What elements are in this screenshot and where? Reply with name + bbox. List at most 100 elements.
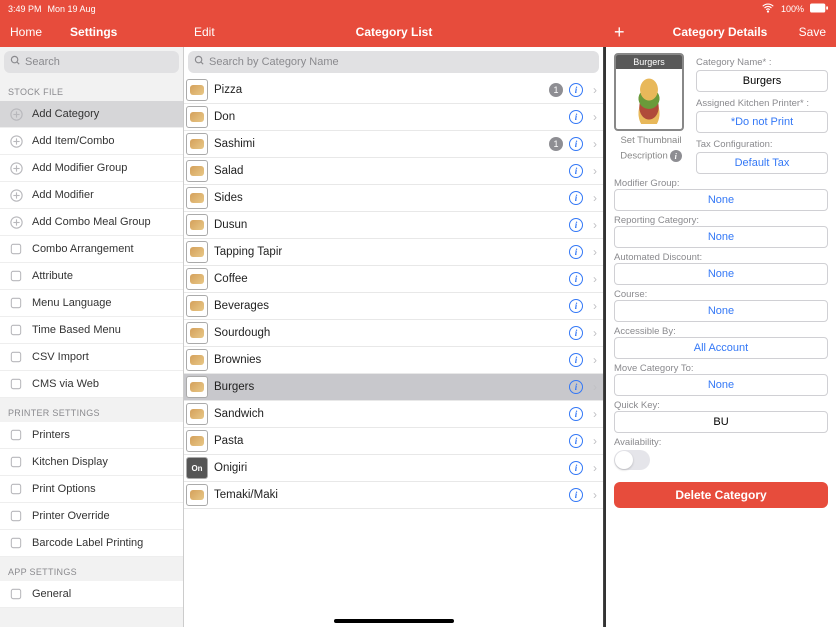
sidebar-icon — [8, 241, 24, 257]
info-icon[interactable]: i — [569, 191, 583, 205]
info-icon[interactable]: i — [569, 218, 583, 232]
category-row[interactable]: Sourdoughi› — [184, 320, 603, 347]
chevron-right-icon: › — [589, 110, 599, 124]
info-icon[interactable]: i — [569, 380, 583, 394]
sidebar-item[interactable]: Attribute — [0, 263, 183, 290]
course-label: Course: — [614, 289, 828, 300]
accessible-by-select[interactable]: All Account — [614, 337, 828, 359]
sidebar-item[interactable]: Printer Override — [0, 503, 183, 530]
sidebar-icon — [8, 427, 24, 443]
sidebar-item[interactable]: CMS via Web — [0, 371, 183, 398]
sidebar-item[interactable]: Menu Language — [0, 290, 183, 317]
sidebar-item-label: Add Item/Combo — [32, 135, 115, 147]
quickkey-input[interactable]: BU — [614, 411, 828, 433]
category-row[interactable]: Beveragesi› — [184, 293, 603, 320]
move-category-select[interactable]: None — [614, 374, 828, 396]
sidebar-item-label: Attribute — [32, 270, 73, 282]
sidebar-item[interactable]: Kitchen Display — [0, 449, 183, 476]
info-icon[interactable]: i — [569, 407, 583, 421]
info-icon[interactable]: i — [569, 461, 583, 475]
sidebar-icon — [8, 376, 24, 392]
category-row[interactable]: Browniesi› — [184, 347, 603, 374]
category-row[interactable]: Sidesi› — [184, 185, 603, 212]
description-button[interactable]: Descriptioni — [614, 150, 688, 162]
category-label: Burgers — [214, 381, 563, 393]
info-icon[interactable]: i — [569, 110, 583, 124]
info-icon[interactable]: i — [569, 245, 583, 259]
info-icon[interactable]: i — [569, 353, 583, 367]
info-icon[interactable]: i — [569, 164, 583, 178]
info-icon[interactable]: i — [569, 326, 583, 340]
reporting-category-select[interactable]: None — [614, 226, 828, 248]
chevron-right-icon: › — [589, 407, 599, 421]
category-row[interactable]: Coffeei› — [184, 266, 603, 293]
chevron-right-icon: › — [589, 137, 599, 151]
category-thumbnail[interactable]: Burgers — [614, 53, 684, 131]
category-row[interactable]: OnOnigirii› — [184, 455, 603, 482]
category-name-input[interactable]: Burgers — [696, 70, 828, 92]
category-thumb — [186, 268, 208, 290]
info-icon[interactable]: i — [569, 83, 583, 97]
modifier-group-select[interactable]: None — [614, 189, 828, 211]
availability-toggle[interactable] — [614, 450, 650, 470]
category-row[interactable]: Pastai› — [184, 428, 603, 455]
settings-button[interactable]: Settings — [70, 25, 117, 39]
tax-select[interactable]: Default Tax — [696, 152, 828, 174]
category-thumb — [186, 160, 208, 182]
sidebar-item-label: Printer Override — [32, 510, 110, 522]
sidebar-item[interactable]: Add Combo Meal Group — [0, 209, 183, 236]
add-button[interactable]: + — [614, 22, 625, 43]
chevron-right-icon: › — [589, 83, 599, 97]
category-row[interactable]: Dusuni› — [184, 212, 603, 239]
category-row[interactable]: Temaki/Makii› — [184, 482, 603, 509]
sidebar-item[interactable]: General — [0, 581, 183, 608]
info-icon[interactable]: i — [569, 272, 583, 286]
info-icon[interactable]: i — [569, 299, 583, 313]
search-icon — [194, 55, 205, 69]
sidebar-search-placeholder: Search — [25, 56, 60, 68]
sidebar-item[interactable]: Printers — [0, 422, 183, 449]
edit-button[interactable]: Edit — [194, 25, 215, 39]
set-thumbnail-button[interactable]: Set Thumbnail — [614, 135, 688, 146]
category-row[interactable]: Pizza1i› — [184, 77, 603, 104]
sidebar-item[interactable]: Combo Arrangement — [0, 236, 183, 263]
sidebar-item[interactable]: Barcode Label Printing — [0, 530, 183, 557]
automated-discount-select[interactable]: None — [614, 263, 828, 285]
delete-category-button[interactable]: Delete Category — [614, 482, 828, 508]
sidebar-item[interactable]: CSV Import — [0, 344, 183, 371]
category-row[interactable]: Doni› — [184, 104, 603, 131]
info-icon[interactable]: i — [569, 434, 583, 448]
status-bar: 3:49 PM Mon 19 Aug 100% — [0, 0, 836, 17]
category-row[interactable]: Saladi› — [184, 158, 603, 185]
category-thumb — [186, 322, 208, 344]
sidebar-item[interactable]: Add Modifier Group — [0, 155, 183, 182]
category-label: Brownies — [214, 354, 563, 366]
sidebar-item[interactable]: Time Based Menu — [0, 317, 183, 344]
sidebar-item-label: Combo Arrangement — [32, 243, 134, 255]
category-row[interactable]: Sashimi1i› — [184, 131, 603, 158]
sidebar-item[interactable]: Add Category — [0, 101, 183, 128]
sidebar-item[interactable]: Add Modifier — [0, 182, 183, 209]
sidebar-search[interactable]: Search — [4, 51, 179, 73]
category-row[interactable]: Burgers i › — [184, 374, 603, 401]
battery-percent: 100% — [781, 4, 804, 14]
category-row[interactable]: Tapping Tapiri› — [184, 239, 603, 266]
sidebar-item[interactable]: Print Options — [0, 476, 183, 503]
course-select[interactable]: None — [614, 300, 828, 322]
sidebar-icon — [8, 481, 24, 497]
wifi-icon — [761, 1, 775, 17]
category-label: Salad — [214, 165, 563, 177]
category-search[interactable]: Search by Category Name — [188, 51, 599, 73]
save-button[interactable]: Save — [799, 25, 826, 39]
sidebar-icon — [8, 187, 24, 203]
printer-select[interactable]: *Do not Print — [696, 111, 828, 133]
info-icon[interactable]: i — [569, 137, 583, 151]
sidebar-item-label: Add Modifier Group — [32, 162, 127, 174]
sidebar-item-label: Printers — [32, 429, 70, 441]
home-button[interactable]: Home — [10, 25, 42, 39]
category-row[interactable]: Sandwichi› — [184, 401, 603, 428]
category-label: Coffee — [214, 273, 563, 285]
chevron-right-icon: › — [589, 380, 599, 394]
sidebar-item[interactable]: Add Item/Combo — [0, 128, 183, 155]
info-icon[interactable]: i — [569, 488, 583, 502]
